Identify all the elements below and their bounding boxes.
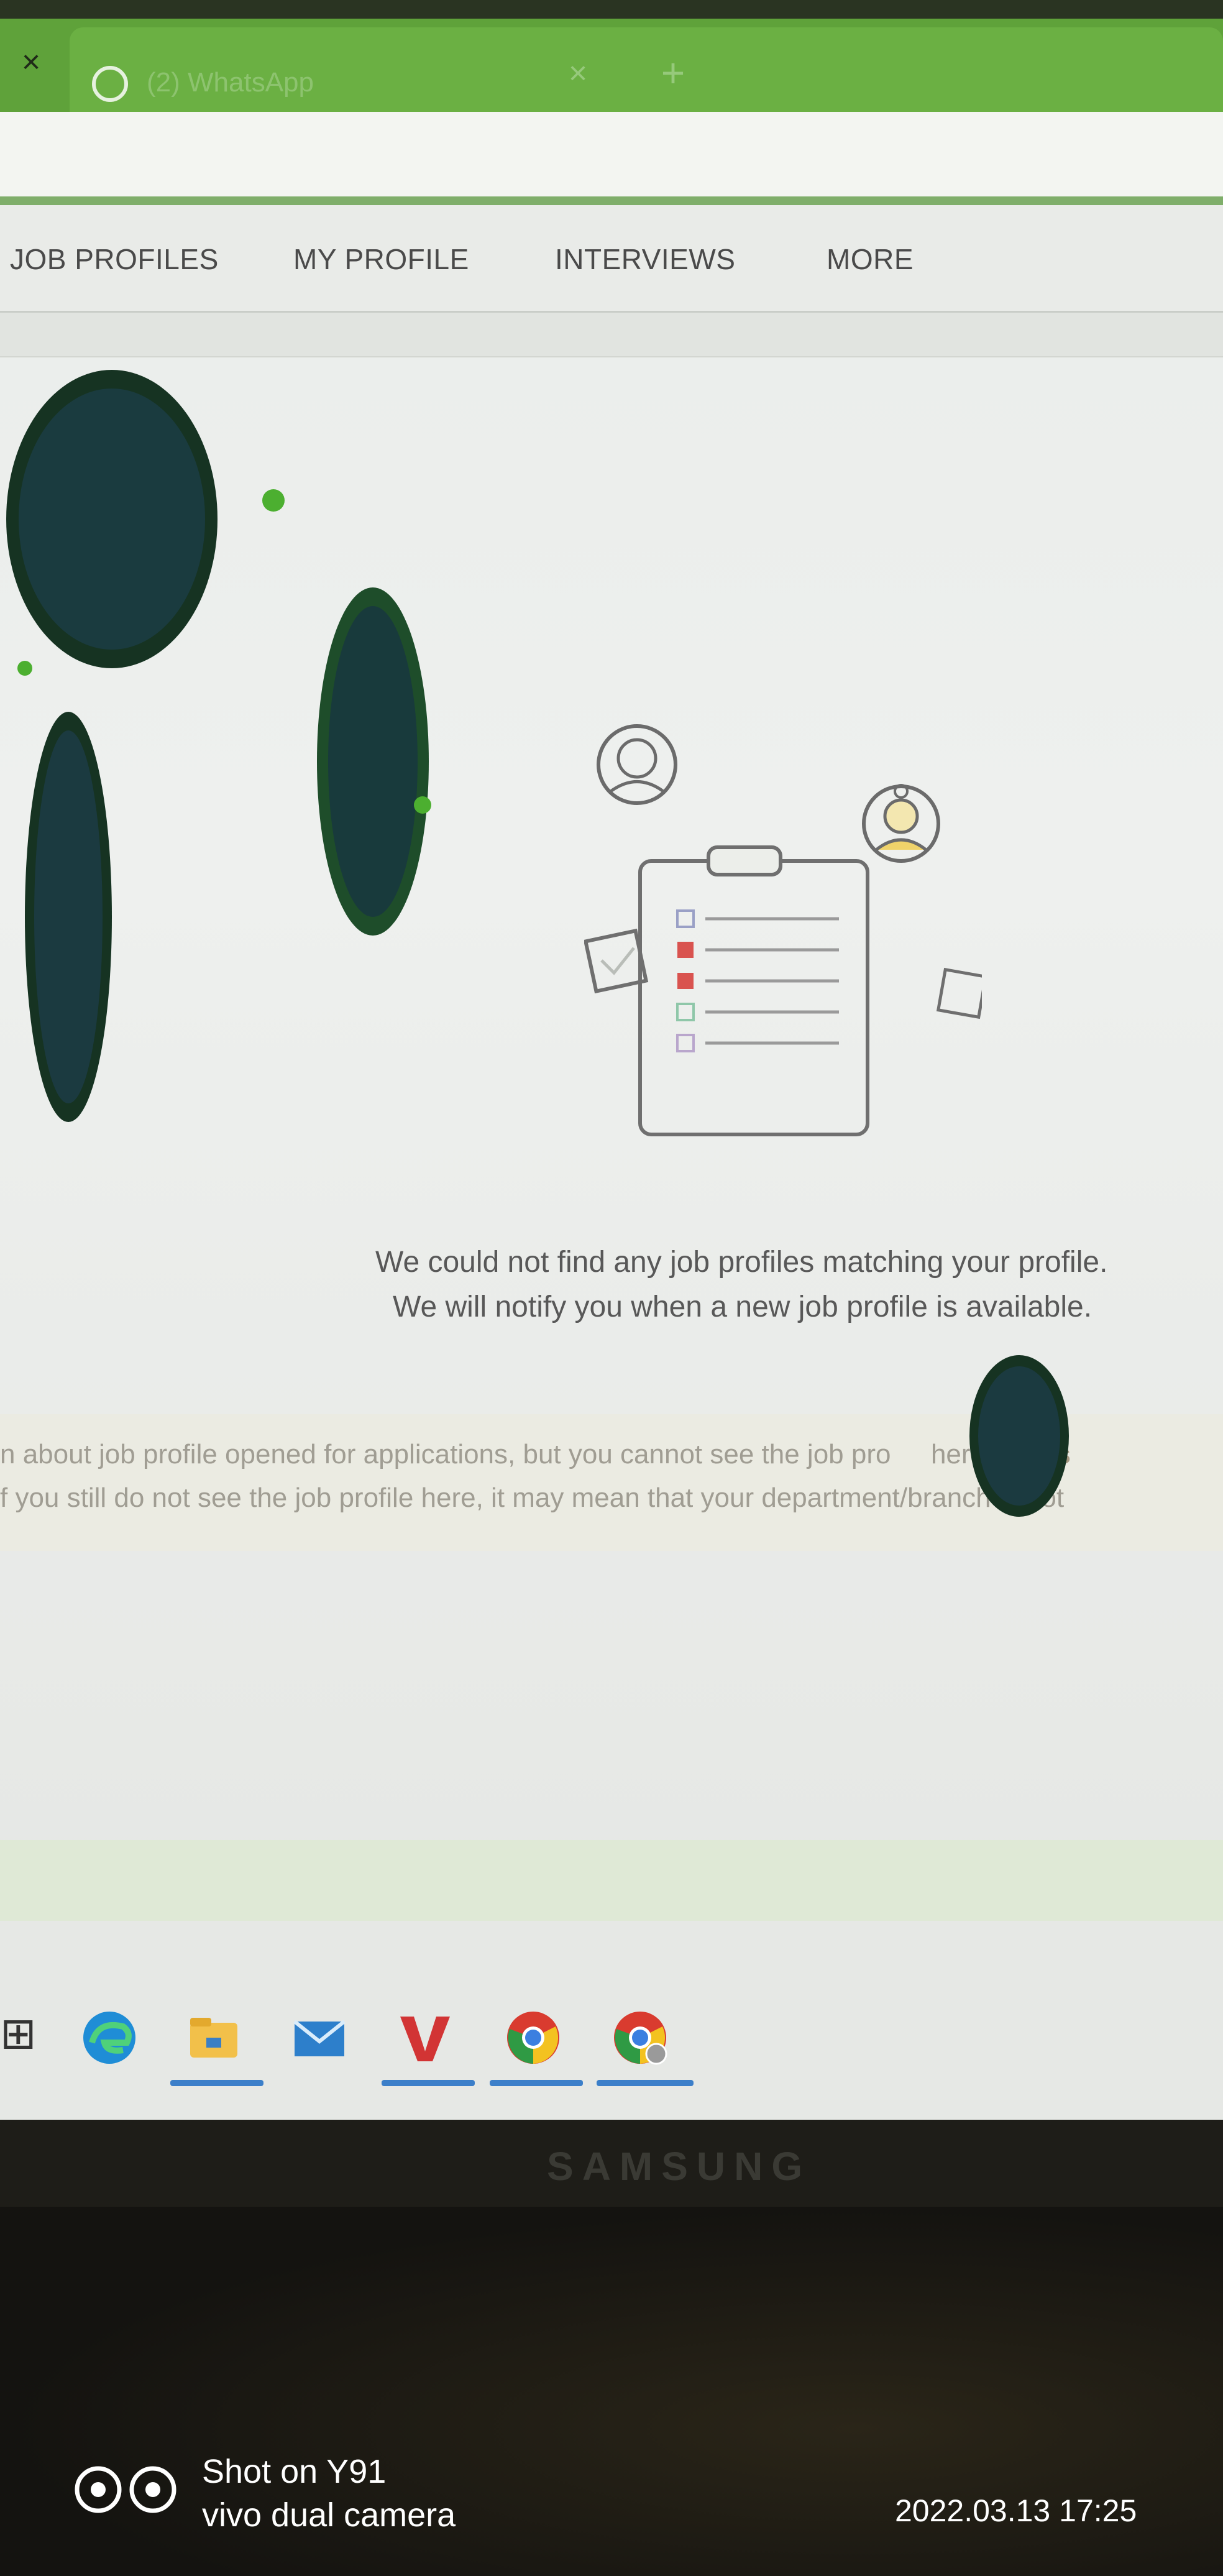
tab-close-icon[interactable]: × xyxy=(559,55,597,92)
chrome-profile-running-indicator xyxy=(597,2080,694,2086)
watermark-date: 2022.03.13 17:25 xyxy=(895,2493,1137,2528)
site-navigation: JOB PROFILES MY PROFILE INTERVIEWS MORE xyxy=(0,205,1223,313)
nav-job-profiles[interactable]: JOB PROFILES xyxy=(10,242,219,276)
watermark-line1: Shot on Y91 xyxy=(202,2453,387,2490)
screen-stain-left xyxy=(6,370,431,1122)
info-note-line2: f you still do not see the job profile h… xyxy=(0,1483,1065,1513)
monitor-brand: SAMSUNG xyxy=(547,2144,812,2189)
chrome-profile-icon[interactable] xyxy=(610,2008,670,2068)
job-profiles-content: We could not find any job profiles match… xyxy=(0,357,1223,1849)
nav-my-profile[interactable]: MY PROFILE xyxy=(293,242,469,276)
whatsapp-icon xyxy=(92,66,128,102)
clipboard-icon xyxy=(638,845,869,1136)
previous-tab-close-icon[interactable]: × xyxy=(12,44,50,81)
empty-state-illustration xyxy=(584,724,982,1136)
screen-stain-right xyxy=(969,1355,1069,1517)
task-view-icon[interactable]: ⊞ xyxy=(0,2008,37,2059)
person-avatar-left-icon xyxy=(597,724,677,805)
new-tab-button[interactable]: + xyxy=(651,51,695,94)
browser-address-bar[interactable] xyxy=(0,112,1223,205)
empty-box-icon xyxy=(936,967,982,1019)
info-note-line1: n about job profile opened for applicati… xyxy=(0,1439,1071,1470)
browser-tab-strip: × (2) WhatsApp × + xyxy=(0,19,1223,112)
sub-header-bar xyxy=(0,313,1223,357)
empty-state-message-line2: We will notify you when a new job profil… xyxy=(393,1290,1092,1323)
file-explorer-icon[interactable] xyxy=(184,2008,244,2068)
mail-icon[interactable] xyxy=(290,2008,349,2068)
empty-state-message-line1: We could not find any job profiles match… xyxy=(375,1246,1108,1279)
monitor-bezel-top xyxy=(0,0,1223,19)
nav-more[interactable]: MORE xyxy=(827,242,914,276)
checked-box-icon xyxy=(584,928,649,994)
edge-icon[interactable] xyxy=(80,2008,139,2068)
wps-running-indicator xyxy=(382,2080,475,2086)
watermark-line2: vivo dual camera xyxy=(202,2496,456,2534)
wps-office-icon[interactable] xyxy=(395,2008,455,2068)
tab-title: (2) WhatsApp xyxy=(147,67,314,98)
camera-aperture-icon xyxy=(75,2466,176,2513)
page-footer-strip xyxy=(0,1840,1223,1921)
windows-taskbar: ⊞ xyxy=(0,1921,1223,2120)
monitor-screen: × (2) WhatsApp × + JOB PROFILES MY PROFI… xyxy=(0,19,1223,2120)
chrome-running-indicator xyxy=(490,2080,583,2086)
nav-interviews[interactable]: INTERVIEWS xyxy=(555,242,735,276)
person-avatar-right-icon xyxy=(862,784,940,863)
chrome-icon[interactable] xyxy=(503,2008,563,2068)
file-explorer-running-indicator xyxy=(170,2080,263,2086)
